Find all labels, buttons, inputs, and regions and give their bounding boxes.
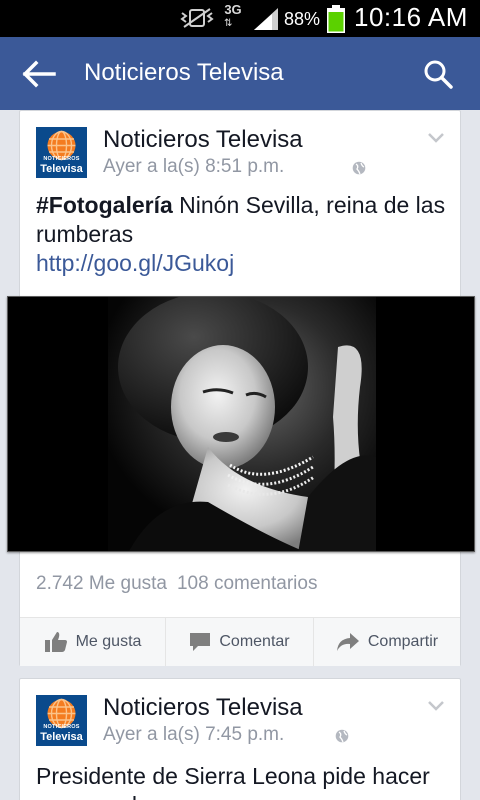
comment-label: Comentar xyxy=(219,633,290,650)
globe-icon xyxy=(352,161,366,175)
page-title: Noticieros Televisa xyxy=(84,59,284,86)
app-bar: Noticieros Televisa xyxy=(0,37,480,110)
post-card: NOTICIEROS Televisa Noticieros Televisa … xyxy=(7,110,475,666)
post-text: Presidente de Sierra Leona pide hacer se… xyxy=(36,763,430,800)
signal-strength-icon xyxy=(254,8,278,30)
share-button[interactable]: Compartir xyxy=(314,618,460,666)
logo-text-small: NOTICIEROS xyxy=(43,156,80,162)
post-link[interactable]: http://goo.gl/JGukoj xyxy=(36,249,450,278)
post-photo[interactable] xyxy=(7,296,475,552)
share-label: Compartir xyxy=(367,633,439,650)
battery-percent: 88% xyxy=(284,9,321,29)
arrow-left-icon[interactable] xyxy=(22,60,56,88)
clock: 10:16 AM xyxy=(354,2,468,32)
post-author[interactable]: Noticieros Televisa xyxy=(103,694,303,722)
post-timestamp[interactable]: Ayer a la(s) 7:45 p.m. xyxy=(103,724,284,746)
share-arrow-icon xyxy=(336,633,359,651)
post-actions: Me gusta Comentar Compartir xyxy=(20,617,460,666)
page-logo[interactable]: NOTICIEROS Televisa xyxy=(36,127,87,178)
status-bar: 3G ⇅ 88% 10:16 AM xyxy=(0,0,480,37)
post-stats[interactable]: 2.742 Me gusta 108 comentarios xyxy=(36,573,317,595)
like-button[interactable]: Me gusta xyxy=(20,618,166,666)
comments-count[interactable]: 108 comentarios xyxy=(177,573,317,594)
post-timestamp[interactable]: Ayer a la(s) 8:51 p.m. xyxy=(103,156,284,178)
logo-text-big: Televisa xyxy=(40,731,83,743)
data-activity-icon: ⇅ xyxy=(224,18,233,29)
logo-text-big: Televisa xyxy=(40,163,83,175)
logo-text-small: NOTICIEROS xyxy=(43,724,80,730)
network-type: 3G xyxy=(224,2,242,17)
page-logo[interactable]: NOTICIEROS Televisa xyxy=(36,695,87,746)
comment-button[interactable]: Comentar xyxy=(166,618,314,666)
chevron-down-icon[interactable] xyxy=(428,133,444,143)
portrait-image xyxy=(108,297,376,551)
like-label: Me gusta xyxy=(75,633,142,650)
comment-icon xyxy=(190,633,211,651)
battery-icon xyxy=(327,5,345,33)
globe-icon xyxy=(335,729,349,743)
post-text: #Fotogalería Ninón Sevilla, reina de las… xyxy=(36,191,450,278)
hashtag-link[interactable]: #Fotogalería xyxy=(36,192,173,218)
chevron-down-icon[interactable] xyxy=(428,701,444,711)
vibrate-mute-icon xyxy=(180,8,214,28)
likes-count[interactable]: 2.742 Me gusta xyxy=(36,573,167,594)
search-icon[interactable] xyxy=(423,59,453,89)
post-card: NOTICIEROS Televisa Noticieros Televisa … xyxy=(19,678,461,800)
thumbs-up-icon xyxy=(44,632,67,652)
post-author[interactable]: Noticieros Televisa xyxy=(103,126,303,154)
